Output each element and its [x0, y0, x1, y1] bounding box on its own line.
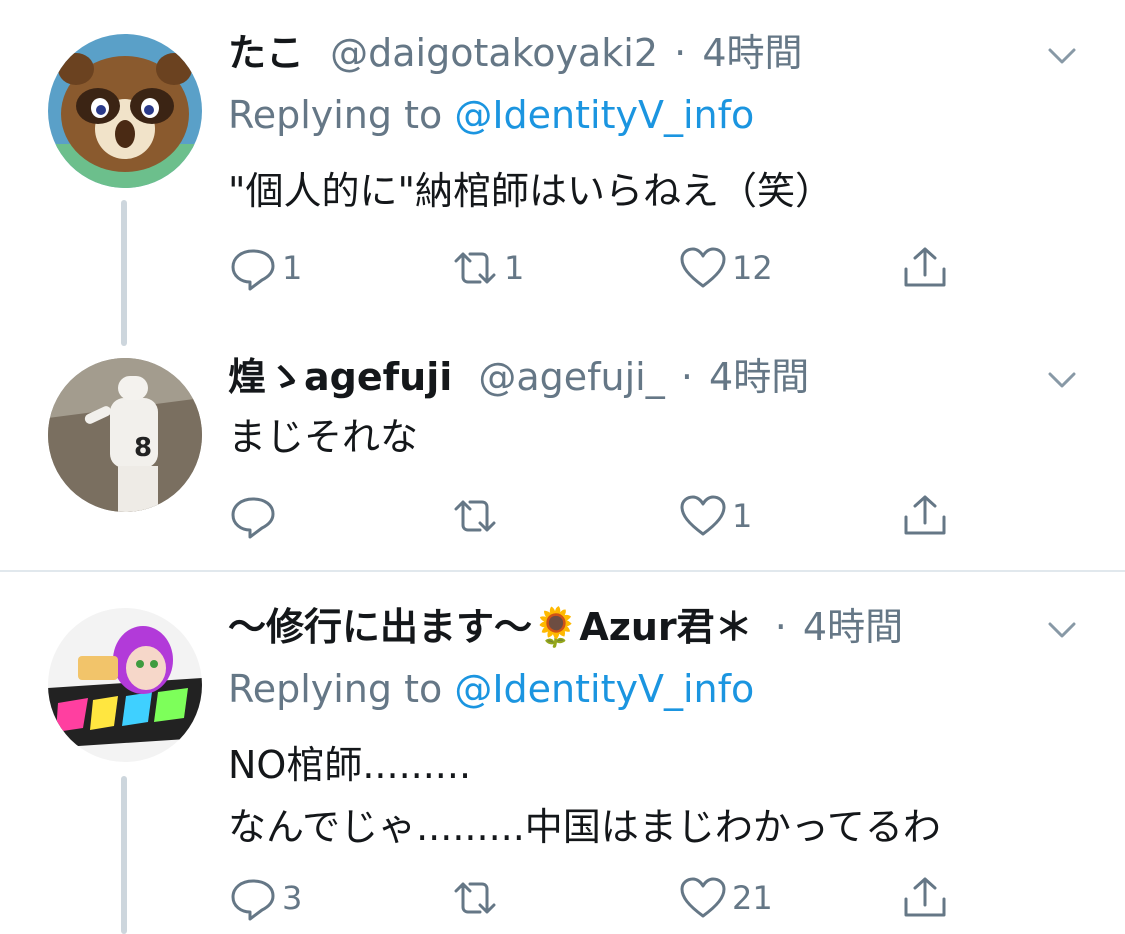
share-icon: [904, 247, 946, 287]
tweet-header: 煌ゝagefuji @agefuji_ · 4時間: [228, 352, 809, 402]
display-name[interactable]: 煌ゝagefuji: [228, 355, 452, 399]
action-bar: 1 1 12: [228, 240, 968, 296]
like-icon: [680, 247, 726, 288]
thread-line: [121, 200, 127, 346]
retweet-count: 1: [504, 249, 525, 287]
avatar[interactable]: 8: [48, 358, 202, 512]
like-count: 12: [732, 249, 773, 287]
reply-prefix: Replying to: [228, 93, 443, 137]
like-count: 1: [732, 497, 753, 535]
reply-mention-link[interactable]: @IdentityV_info: [454, 93, 754, 137]
reply-button[interactable]: 3: [228, 870, 302, 926]
like-icon: [680, 495, 726, 536]
chevron-down-icon[interactable]: [1040, 358, 1084, 402]
tweet-text-line: NO棺師.........: [228, 743, 472, 787]
retweet-button[interactable]: 1: [450, 240, 524, 296]
reply-count: 3: [282, 879, 303, 917]
retweet-button[interactable]: [450, 488, 504, 544]
svg-text:8: 8: [134, 433, 152, 463]
share-icon: [904, 877, 946, 917]
like-button[interactable]: 1: [678, 488, 752, 544]
tweet-header: たこ @daigotakoyaki2 · 4時間: [228, 28, 803, 78]
tweet-1[interactable]: たこ @daigotakoyaki2 · 4時間 Replying to @Id…: [0, 0, 1125, 346]
retweet-icon: [454, 252, 496, 284]
display-name[interactable]: 〜修行に出ます〜🌻Azur君＊: [228, 605, 753, 649]
reply-context: Replying to @IdentityV_info: [228, 664, 754, 714]
reply-button[interactable]: [228, 488, 282, 544]
tweet-text: NO棺師......... なんでじゃ.........中国はまじわかってるわ: [228, 734, 941, 858]
like-icon: [680, 877, 726, 918]
reply-context: Replying to @IdentityV_info: [228, 90, 754, 140]
like-button[interactable]: 12: [678, 240, 773, 296]
retweet-button[interactable]: [450, 870, 504, 926]
share-button[interactable]: [900, 240, 950, 296]
avatar[interactable]: [48, 34, 202, 188]
like-button[interactable]: 21: [678, 870, 773, 926]
share-button[interactable]: [900, 870, 950, 926]
chevron-down-icon[interactable]: [1040, 34, 1084, 78]
tweet-text-line: "個人的に"納棺師はいらねえ（笑）: [228, 169, 833, 213]
action-bar: 3 21: [228, 870, 968, 926]
timestamp[interactable]: 4時間: [803, 605, 903, 649]
reply-prefix: Replying to: [228, 667, 443, 711]
retweet-icon: [454, 882, 496, 914]
tweet-2[interactable]: 8 煌ゝagefuji @agefuji_ · 4時間 まじそれな 1: [0, 340, 1125, 570]
avatar[interactable]: [48, 608, 202, 762]
retweet-icon: [454, 500, 496, 532]
user-handle[interactable]: @agefuji_: [478, 355, 664, 399]
tweet-text: まじそれな: [228, 406, 418, 468]
like-count: 21: [732, 879, 773, 917]
separator-dot: ·: [774, 605, 787, 649]
reply-icon: [231, 879, 275, 921]
tweet-text-line: なんでじゃ.........中国はまじわかってるわ: [228, 805, 941, 849]
share-icon: [904, 495, 946, 535]
separator-dot: ·: [680, 355, 693, 399]
timestamp[interactable]: 4時間: [702, 31, 802, 75]
reply-icon: [231, 249, 275, 291]
tweet-3[interactable]: 〜修行に出ます〜🌻Azur君＊ · 4時間 Replying to @Ident…: [0, 572, 1125, 934]
share-button[interactable]: [900, 488, 950, 544]
action-bar: 1: [228, 488, 968, 544]
chevron-down-icon[interactable]: [1040, 608, 1084, 652]
reply-button[interactable]: 1: [228, 240, 302, 296]
reply-icon: [231, 497, 275, 539]
reply-mention-link[interactable]: @IdentityV_info: [454, 667, 754, 711]
reply-count: 1: [282, 249, 303, 287]
thread-line: [121, 776, 127, 934]
tweet-text-line: まじそれな: [228, 415, 419, 459]
timestamp[interactable]: 4時間: [709, 355, 809, 399]
display-name[interactable]: たこ: [228, 31, 304, 75]
tweet-header: 〜修行に出ます〜🌻Azur君＊ · 4時間: [228, 602, 903, 652]
tweet-text: "個人的に"納棺師はいらねえ（笑）: [228, 160, 833, 222]
separator-dot: ·: [674, 31, 687, 75]
user-handle[interactable]: @daigotakoyaki2: [330, 31, 658, 75]
